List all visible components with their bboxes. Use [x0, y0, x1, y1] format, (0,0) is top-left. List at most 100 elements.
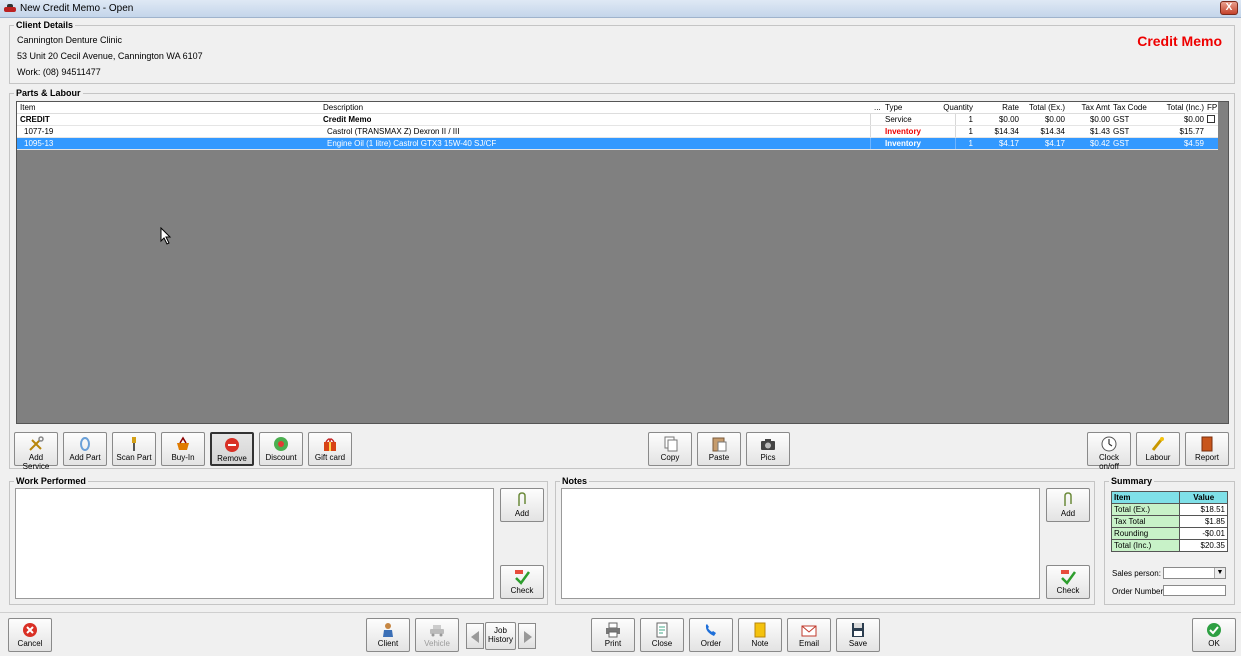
email-button[interactable]: Email: [787, 618, 831, 652]
add-service-label: Add Service: [22, 453, 50, 471]
summary-value: $1.85: [1179, 515, 1228, 528]
summary-row: Rounding -$0.01: [1110, 527, 1228, 540]
summary-key: Tax Total: [1110, 515, 1181, 528]
col-description[interactable]: Description: [323, 103, 363, 112]
row-total-inc: $0.00: [1183, 115, 1204, 124]
email-label: Email: [798, 639, 819, 648]
order-number-input[interactable]: [1163, 585, 1226, 596]
col-type[interactable]: Type: [885, 103, 902, 112]
chevron-down-icon[interactable]: ▼: [1214, 568, 1225, 578]
ok-check-icon: [1207, 623, 1221, 637]
row-quantity: 1: [968, 139, 973, 148]
order-button[interactable]: Order: [689, 618, 733, 652]
spellcheck-icon: [1061, 570, 1077, 585]
row-rate: $0.00: [998, 115, 1019, 124]
row-total-ex: $0.00: [1044, 115, 1065, 124]
summary-head-item: Item: [1110, 491, 1181, 504]
remove-label: Remove: [217, 454, 247, 463]
col-fp[interactable]: FP: [1207, 103, 1217, 112]
summary-value: $18.51: [1179, 503, 1228, 516]
previous-job-button[interactable]: [466, 623, 484, 649]
copy-button[interactable]: Copy: [648, 432, 692, 466]
paste-button[interactable]: Paste: [697, 432, 741, 466]
work-check-button[interactable]: Check: [500, 565, 544, 599]
copy-label: Copy: [660, 453, 680, 462]
copy-icon: [664, 436, 678, 452]
report-button[interactable]: Report: [1185, 432, 1229, 466]
row-tax-amt: $0.42: [1089, 139, 1110, 148]
notes-check-button[interactable]: Check: [1046, 565, 1090, 599]
buy-in-button[interactable]: Buy-In: [161, 432, 205, 466]
save-button[interactable]: Save: [836, 618, 880, 652]
col-tax-code[interactable]: Tax Code: [1113, 103, 1147, 112]
gift-card-button[interactable]: Gift card: [308, 432, 352, 466]
cancel-button[interactable]: Cancel: [8, 618, 52, 652]
report-label: Report: [1194, 453, 1219, 462]
gift-icon: [324, 438, 336, 451]
window-title: New Credit Memo - Open: [20, 3, 134, 14]
col-ellipsis[interactable]: ...: [874, 103, 881, 112]
next-job-button[interactable]: [518, 623, 536, 649]
work-add-button[interactable]: Add: [500, 488, 544, 522]
fp-checkbox[interactable]: [1207, 115, 1215, 123]
scan-part-button[interactable]: Scan Part: [112, 432, 156, 466]
sales-person-select[interactable]: ▼: [1163, 567, 1226, 579]
table-row[interactable]: CREDIT Credit Memo Service 1 $0.00 $0.00…: [17, 114, 1218, 126]
vehicle-label: Vehicle: [424, 639, 450, 648]
ok-button[interactable]: OK: [1192, 618, 1236, 652]
vehicle-button[interactable]: Vehicle: [415, 618, 459, 652]
row-item: 1077-19: [24, 127, 54, 136]
notes-add-label: Add: [1060, 509, 1076, 518]
pics-button[interactable]: Pics: [746, 432, 790, 466]
arrow-right-icon: [524, 631, 532, 643]
notes-add-button[interactable]: Add: [1046, 488, 1090, 522]
wrench-icon: [29, 436, 44, 451]
remove-icon: [225, 438, 239, 452]
client-details-group: Client Details Cannington Denture Clinic…: [9, 20, 1235, 84]
notes-check-label: Check: [1056, 586, 1080, 595]
print-button[interactable]: Print: [591, 618, 635, 652]
order-label: Order: [700, 639, 722, 648]
table-row-selected[interactable]: 1095-13 Engine Oil (1 litre) Castrol GTX…: [17, 138, 1218, 150]
row-description: Engine Oil (1 litre) Castrol GTX3 15W-40…: [327, 139, 497, 148]
row-tax-amt: $0.00: [1089, 115, 1110, 124]
summary-table: Item Value Total (Ex.) $18.51 Tax Total …: [1110, 491, 1228, 552]
notes-textarea[interactable]: [561, 488, 1040, 599]
basket-icon: [177, 436, 189, 450]
col-quantity[interactable]: Quantity: [937, 103, 973, 112]
job-history-button[interactable]: Job History: [485, 622, 516, 650]
work-add-label: Add: [514, 509, 530, 518]
title-bar: New Credit Memo - Open X: [0, 0, 1241, 18]
row-type: Inventory: [885, 139, 922, 148]
remove-button[interactable]: Remove: [210, 432, 254, 466]
summary-key: Total (Inc.): [1110, 539, 1181, 552]
col-rate[interactable]: Rate: [977, 103, 1019, 112]
labour-button[interactable]: Labour: [1136, 432, 1180, 466]
note-button[interactable]: Note: [738, 618, 782, 652]
work-performed-label: Work Performed: [14, 476, 88, 486]
table-row[interactable]: 1077-19 Castrol (TRANSMAX Z) Dexron II /…: [17, 126, 1218, 138]
window-close-button[interactable]: X: [1220, 1, 1238, 15]
col-tax-amt[interactable]: Tax Amt: [1068, 103, 1110, 112]
car-app-icon: [4, 3, 16, 15]
add-part-button[interactable]: Add Part: [63, 432, 107, 466]
discount-button[interactable]: Discount: [259, 432, 303, 466]
add-service-button[interactable]: Add Service: [14, 432, 58, 471]
work-performed-textarea[interactable]: [15, 488, 494, 599]
col-total-inc[interactable]: Total (Inc.): [1157, 103, 1204, 112]
close-button[interactable]: Close: [640, 618, 684, 652]
parts-grid[interactable]: Item Description ... Type Quantity Rate …: [16, 101, 1229, 424]
gift-card-label: Gift card: [314, 453, 346, 462]
clock-on-off-button[interactable]: Clock on/off: [1087, 432, 1131, 471]
row-item: CREDIT: [20, 115, 50, 124]
col-item[interactable]: Item: [20, 103, 36, 112]
notes-label: Notes: [560, 476, 590, 486]
report-book-icon: [1201, 436, 1213, 452]
client-button[interactable]: Client: [366, 618, 410, 652]
summary-value: -$0.01: [1179, 527, 1228, 540]
scan-part-label: Scan Part: [116, 453, 152, 462]
row-quantity: 1: [968, 115, 973, 124]
row-total-ex: $4.17: [1044, 139, 1065, 148]
arrow-left-icon: [471, 631, 479, 643]
col-total-ex[interactable]: Total (Ex.): [1022, 103, 1065, 112]
